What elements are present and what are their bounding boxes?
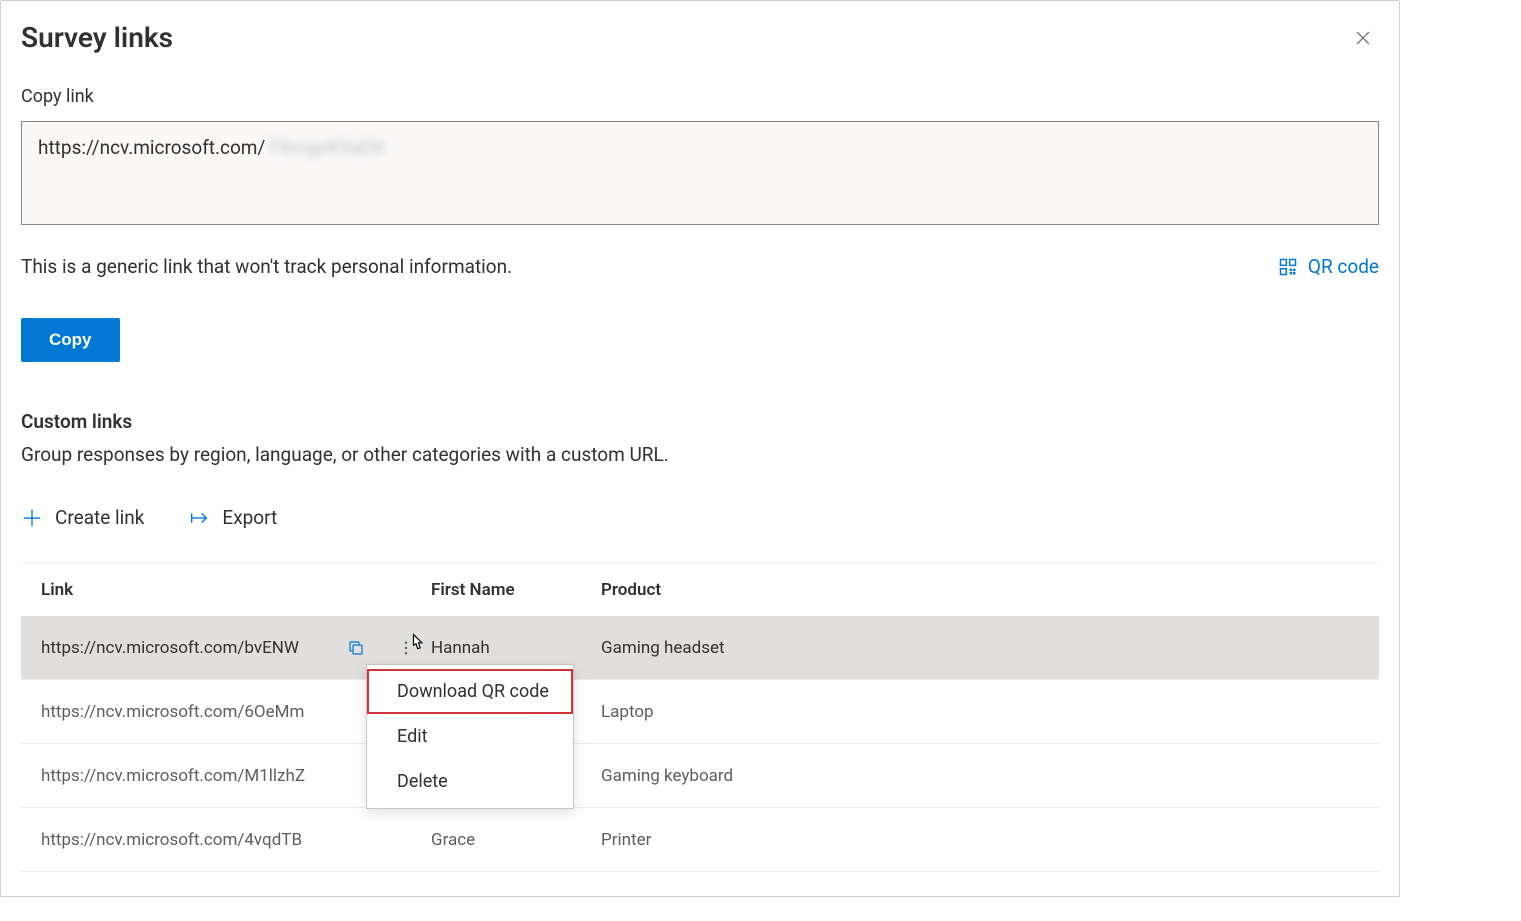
- more-vertical-icon: [397, 639, 415, 657]
- subnote-row: This is a generic link that won't track …: [21, 255, 1379, 278]
- link-value-prefix: https://ncv.microsoft.com/: [38, 136, 265, 159]
- menu-item[interactable]: Edit: [367, 714, 573, 759]
- survey-links-panel: Survey links Copy link https://ncv.micro…: [0, 0, 1400, 897]
- row-copy-button[interactable]: [331, 639, 381, 657]
- th-first-name: First Name: [431, 580, 601, 600]
- export-label: Export: [222, 506, 277, 529]
- panel-header: Survey links: [21, 21, 1379, 54]
- export-icon: [188, 507, 210, 529]
- table-row[interactable]: https://ncv.microsoft.com/4vqdTBGracePri…: [21, 808, 1379, 872]
- table-row[interactable]: https://ncv.microsoft.com/M1llzhZGaming …: [21, 744, 1379, 808]
- row-product: Gaming headset: [601, 638, 1391, 658]
- row-context-menu: Download QR codeEditDelete: [366, 664, 574, 809]
- custom-links-title: Custom links: [21, 410, 1379, 433]
- custom-link-actions: Create link Export: [21, 506, 1379, 529]
- table-header-row: Link First Name Product: [21, 564, 1379, 616]
- row-product: Gaming keyboard: [601, 766, 1391, 786]
- generic-link-note: This is a generic link that won't track …: [21, 255, 512, 278]
- row-link-cell: https://ncv.microsoft.com/4vqdTB: [41, 830, 331, 850]
- row-first-name: Hannah: [431, 638, 601, 658]
- qr-code-button[interactable]: QR code: [1278, 255, 1379, 278]
- link-value-blurred: TXmgnK5aDlt: [267, 136, 384, 159]
- qr-code-icon: [1278, 257, 1298, 277]
- row-link-cell: https://ncv.microsoft.com/bvENW: [41, 638, 331, 658]
- th-link: Link: [41, 580, 331, 600]
- table-row[interactable]: https://ncv.microsoft.com/6OeMmLaptop: [21, 680, 1379, 744]
- row-product: Printer: [601, 830, 1391, 850]
- copy-link-label: Copy link: [21, 86, 1379, 107]
- copy-button[interactable]: Copy: [21, 318, 120, 362]
- export-button[interactable]: Export: [188, 506, 277, 529]
- row-product: Laptop: [601, 702, 1391, 722]
- panel-title: Survey links: [21, 21, 173, 54]
- copy-icon: [347, 639, 365, 657]
- row-more-button[interactable]: [381, 639, 431, 657]
- plus-icon: [21, 507, 43, 529]
- close-icon: [1354, 29, 1372, 47]
- menu-item[interactable]: Download QR code: [367, 669, 573, 714]
- custom-links-desc: Group responses by region, language, or …: [21, 443, 1379, 466]
- row-link-cell: https://ncv.microsoft.com/6OeMm: [41, 702, 331, 722]
- table-row[interactable]: https://ncv.microsoft.com/bvENWHannahGam…: [21, 616, 1379, 680]
- menu-item[interactable]: Delete: [367, 759, 573, 804]
- qr-code-label: QR code: [1308, 255, 1379, 278]
- generic-link-input[interactable]: https://ncv.microsoft.com/TXmgnK5aDlt: [21, 121, 1379, 225]
- th-product: Product: [601, 580, 1391, 600]
- row-link-cell: https://ncv.microsoft.com/M1llzhZ: [41, 766, 331, 786]
- create-link-label: Create link: [55, 506, 144, 529]
- create-link-button[interactable]: Create link: [21, 506, 144, 529]
- close-button[interactable]: [1347, 22, 1379, 54]
- row-first-name: Grace: [431, 830, 601, 850]
- custom-links-table: Link First Name Product https://ncv.micr…: [21, 563, 1379, 872]
